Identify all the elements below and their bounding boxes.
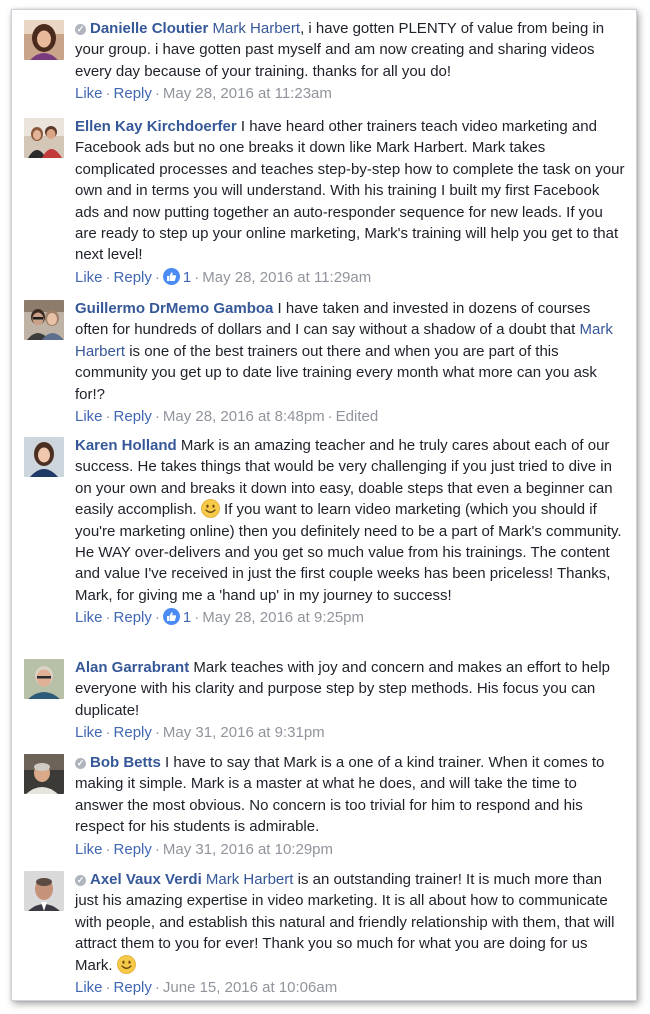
timestamp[interactable]: May 28, 2016 at 9:25pm	[202, 609, 364, 626]
timestamp[interactable]: May 28, 2016 at 11:29am	[202, 269, 371, 286]
comment-text: Ellen Kay Kirchdoerfer I have heard othe…	[75, 116, 625, 266]
like-button[interactable]: Like	[75, 841, 103, 858]
comment-author[interactable]: Axel Vaux Verdi	[90, 871, 202, 888]
smiley-face-icon	[116, 954, 136, 974]
comment-text: ✓ Danielle Cloutier Mark Harbert, i have …	[75, 18, 625, 82]
comment-author[interactable]: Guillermo DrMemo Gamboa	[75, 300, 273, 317]
reply-button[interactable]: Reply	[114, 408, 152, 425]
separator: ·	[105, 85, 111, 103]
thumbs-up-icon[interactable]	[162, 267, 180, 285]
separator: ·	[154, 979, 160, 997]
timestamp[interactable]: May 31, 2016 at 10:29pm	[163, 841, 333, 858]
like-button[interactable]: Like	[75, 85, 103, 102]
mention-link[interactable]: Mark Harbert	[213, 20, 301, 37]
separator: ·	[105, 268, 111, 286]
comment-text: ✓ Axel Vaux Verdi Mark Harbert is an outs…	[75, 869, 625, 976]
reply-button[interactable]: Reply	[114, 269, 152, 286]
comment-actions: Like · Reply · May 31, 2016 at 9:31pm	[75, 723, 625, 743]
comment-text: Karen Holland Mark is an amazing teacher…	[75, 435, 625, 606]
reply-button[interactable]: Reply	[114, 609, 152, 626]
verified-check-icon: ✓	[75, 24, 86, 35]
avatar[interactable]	[24, 437, 64, 477]
reaction-count[interactable]: 1	[183, 609, 191, 626]
separator: ·	[154, 85, 160, 103]
avatar[interactable]	[24, 871, 64, 911]
separator: ·	[154, 840, 160, 858]
like-button[interactable]: Like	[75, 979, 103, 996]
like-button[interactable]: Like	[75, 408, 103, 425]
comment-text: Alan Garrabrant Mark teaches with joy an…	[75, 657, 625, 721]
like-button[interactable]: Like	[75, 724, 103, 741]
avatar[interactable]	[24, 20, 64, 60]
separator: ·	[327, 408, 333, 426]
comment-actions: Like · Reply · May 28, 2016 at 11:23am	[75, 84, 625, 104]
timestamp[interactable]: May 28, 2016 at 11:23am	[163, 85, 332, 102]
timestamp[interactable]: June 15, 2016 at 10:06am	[163, 979, 337, 996]
timestamp[interactable]: May 28, 2016 at 8:48pm	[163, 408, 325, 425]
separator: ·	[154, 408, 160, 426]
comment-author[interactable]: Alan Garrabrant	[75, 659, 189, 676]
separator: ·	[105, 979, 111, 997]
avatar[interactable]	[24, 118, 64, 158]
reaction-count[interactable]: 1	[183, 269, 191, 286]
comment-actions: Like · Reply · May 31, 2016 at 10:29pm	[75, 840, 625, 860]
like-button[interactable]: Like	[75, 269, 103, 286]
avatar[interactable]	[24, 659, 64, 699]
comment-actions: Like · Reply · May 28, 2016 at 8:48pm · Edited	[75, 407, 625, 427]
comment-author[interactable]: Karen Holland	[75, 437, 177, 454]
comment-text: Guillermo DrMemo Gamboa I have taken and…	[75, 298, 625, 405]
comment-author[interactable]: Danielle Cloutier	[90, 20, 208, 37]
reply-button[interactable]: Reply	[114, 841, 152, 858]
avatar[interactable]	[24, 754, 64, 794]
avatar[interactable]	[24, 300, 64, 340]
reply-button[interactable]: Reply	[114, 85, 152, 102]
separator: ·	[154, 724, 160, 742]
separator: ·	[105, 724, 111, 742]
verified-check-icon: ✓	[75, 875, 86, 886]
thumbs-up-icon[interactable]	[162, 608, 180, 626]
comment-body: I have heard other trainers teach video …	[75, 118, 625, 264]
separator: ·	[105, 609, 111, 627]
reply-button[interactable]: Reply	[114, 979, 152, 996]
comment-author[interactable]: Bob Betts	[90, 754, 161, 771]
smiley-face-icon	[200, 499, 220, 519]
separator: ·	[194, 609, 200, 627]
comment-actions: Like · Reply · 1 · May 28, 2016 at 11:29am	[75, 267, 625, 288]
comment-author[interactable]: Ellen Kay Kirchdoerfer	[75, 118, 237, 135]
separator: ·	[154, 609, 160, 627]
comment-actions: Like · Reply · June 15, 2016 at 10:06am	[75, 978, 625, 998]
reply-button[interactable]: Reply	[114, 724, 152, 741]
separator: ·	[105, 408, 111, 426]
edited-label[interactable]: Edited	[336, 408, 379, 425]
comment-body: is one of the best trainers out there an…	[75, 342, 597, 403]
comment-actions: Like · Reply · 1 · May 28, 2016 at 9:25pm	[75, 608, 625, 628]
like-button[interactable]: Like	[75, 609, 103, 626]
timestamp[interactable]: May 31, 2016 at 9:31pm	[163, 724, 325, 741]
comment-text: ✓ Bob Betts I have to say that Mark is a …	[75, 752, 625, 838]
verified-check-icon: ✓	[75, 758, 86, 769]
separator: ·	[194, 268, 200, 286]
mention-link[interactable]: Mark Harbert	[206, 871, 294, 888]
separator: ·	[154, 268, 160, 286]
separator: ·	[105, 840, 111, 858]
comments-panel: ✓ Danielle Cloutier Mark Harbert, i have …	[11, 9, 637, 1001]
